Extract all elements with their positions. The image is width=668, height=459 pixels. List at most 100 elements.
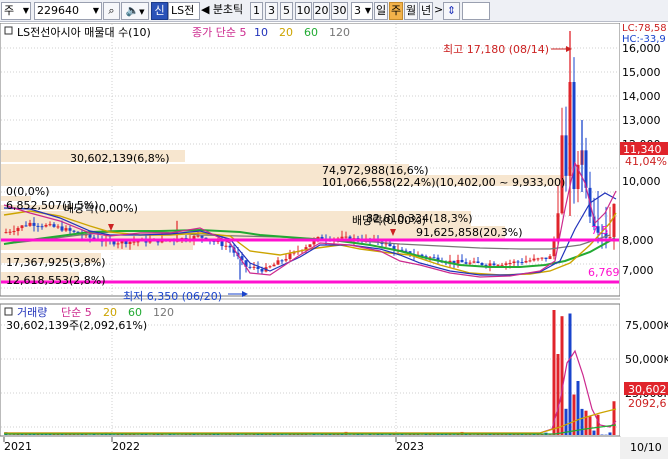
candle-body <box>276 260 280 265</box>
candle-body <box>224 245 228 247</box>
period-5[interactable]: 5 <box>280 2 293 20</box>
candle-body <box>128 241 132 245</box>
market-select[interactable]: 주 ▼ <box>1 2 31 20</box>
candle-body <box>4 232 8 234</box>
profile-label: 12,618,553(2,8%) <box>6 274 106 287</box>
candle-body <box>608 237 612 239</box>
candle-body <box>44 224 48 227</box>
small-label: 7,5 <box>591 224 609 237</box>
extra-input[interactable] <box>462 2 490 20</box>
profile-label: 101,066,558(22,4%)(10,402,00 ~ 9,933,00) <box>322 176 565 189</box>
min-price-label: 최저 6,350 (06/20) <box>123 290 222 303</box>
candle-body <box>32 222 36 226</box>
search-icon: ⌕ <box>108 4 115 17</box>
candle-body <box>612 203 616 238</box>
volume-value-label: 30,602,139주(2,092,61%) <box>6 319 147 332</box>
lc-label: LC:78,58 <box>622 23 667 34</box>
candle-body <box>496 264 500 266</box>
volume-bar <box>576 381 580 435</box>
interval-week[interactable]: 주 <box>389 2 403 20</box>
candle-body <box>536 258 540 260</box>
candle-body <box>560 135 564 214</box>
candle-body <box>36 225 40 227</box>
price-tick: 14,000 <box>622 90 661 103</box>
candle-body <box>552 239 556 257</box>
vol-legend-item: 120 <box>153 306 174 319</box>
stock-name-field[interactable]: LS전 <box>168 2 200 20</box>
candle-body <box>564 135 568 176</box>
candle-body <box>12 231 16 233</box>
x-end-label: 10/10 <box>630 441 662 454</box>
candle-body <box>280 260 284 262</box>
candle-body <box>480 263 484 266</box>
chart-area: LS전선아시아 매물대 수(10) 종가 단순 5 10 20 60 120 0(0,0… <box>0 22 668 459</box>
count-value: 3 <box>354 4 361 17</box>
profile-label: 30,602,139(6,8%) <box>70 152 170 165</box>
speaker-button[interactable]: 🔈▼ <box>121 2 149 20</box>
volume-bar <box>584 410 588 435</box>
candle-body <box>524 261 528 263</box>
current-volume-pct: 2092,6 <box>628 397 667 410</box>
candle-body <box>284 258 288 261</box>
interval-day[interactable]: 일 <box>374 2 388 20</box>
candle-body <box>16 228 20 232</box>
period-30[interactable]: 30 <box>331 2 348 20</box>
price-tick: 16,000 <box>622 42 661 55</box>
candle-body <box>500 264 504 266</box>
dropdown-arrow-icon: ▼ <box>22 6 29 15</box>
period-1[interactable]: 1 <box>250 2 263 20</box>
candle-body <box>52 224 56 227</box>
candle-body <box>28 222 32 226</box>
volume-bar <box>572 394 576 435</box>
candle-body <box>228 245 232 248</box>
period-20[interactable]: 20 <box>313 2 330 20</box>
candle-body <box>344 236 348 238</box>
dropdown-arrow-icon: ▼ <box>364 6 371 15</box>
scroll-left-icon[interactable]: ◀ <box>201 2 209 20</box>
candle-body <box>8 231 12 233</box>
speaker-icon: 🔈 <box>125 4 140 17</box>
profile-bar <box>1 241 193 250</box>
candle-body <box>548 256 552 259</box>
search-button[interactable]: ⌕ <box>103 2 120 20</box>
candle-body <box>60 226 64 231</box>
candle-body <box>220 241 224 247</box>
scroll-right-icon[interactable]: > <box>434 2 443 20</box>
dividend-label: 배당락(0,00%) <box>64 202 138 215</box>
x-label: 2021 <box>4 440 32 453</box>
candle-body <box>472 261 476 263</box>
candle-body <box>468 262 472 264</box>
candle-body <box>456 259 460 264</box>
vol-legend-item: 60 <box>128 306 142 319</box>
interval-month[interactable]: 월 <box>404 2 418 20</box>
profile-label: 91,625,858(20,3%) <box>416 226 523 239</box>
candle-body <box>464 262 468 264</box>
current-volume: 30,602 <box>628 383 667 396</box>
candle-body <box>200 235 204 238</box>
ma-legend-item: 10 <box>254 26 268 39</box>
code-input[interactable]: 229640 ▼ <box>34 2 102 20</box>
candle-body <box>132 241 136 243</box>
x-axis-bg <box>0 437 668 459</box>
dropdown-arrow-icon: ▼ <box>92 6 99 15</box>
price-tick: 8,000 <box>622 234 654 247</box>
ma-legend-item: 120 <box>329 26 350 39</box>
x-label: 2023 <box>396 440 424 453</box>
candle-body <box>252 266 256 268</box>
period-3[interactable]: 3 <box>265 2 278 20</box>
candle-body <box>136 241 140 243</box>
period-10[interactable]: 10 <box>295 2 312 20</box>
candle-body <box>68 228 72 231</box>
ma-legend-item: 20 <box>279 26 293 39</box>
interval-year[interactable]: 년 <box>419 2 433 20</box>
low-right-label: 6,769 <box>588 266 620 279</box>
candle-body <box>460 259 464 263</box>
candle-body <box>196 235 200 237</box>
updown-arrows-icon[interactable]: ⇕ <box>443 2 460 20</box>
split-tab[interactable]: 분초틱 <box>209 2 247 20</box>
x-label: 2022 <box>112 440 140 453</box>
candle-body <box>488 263 492 266</box>
count-select[interactable]: 3 ▼ <box>351 2 373 20</box>
vol-legend-item: 20 <box>103 306 117 319</box>
volume-bar <box>560 316 564 435</box>
